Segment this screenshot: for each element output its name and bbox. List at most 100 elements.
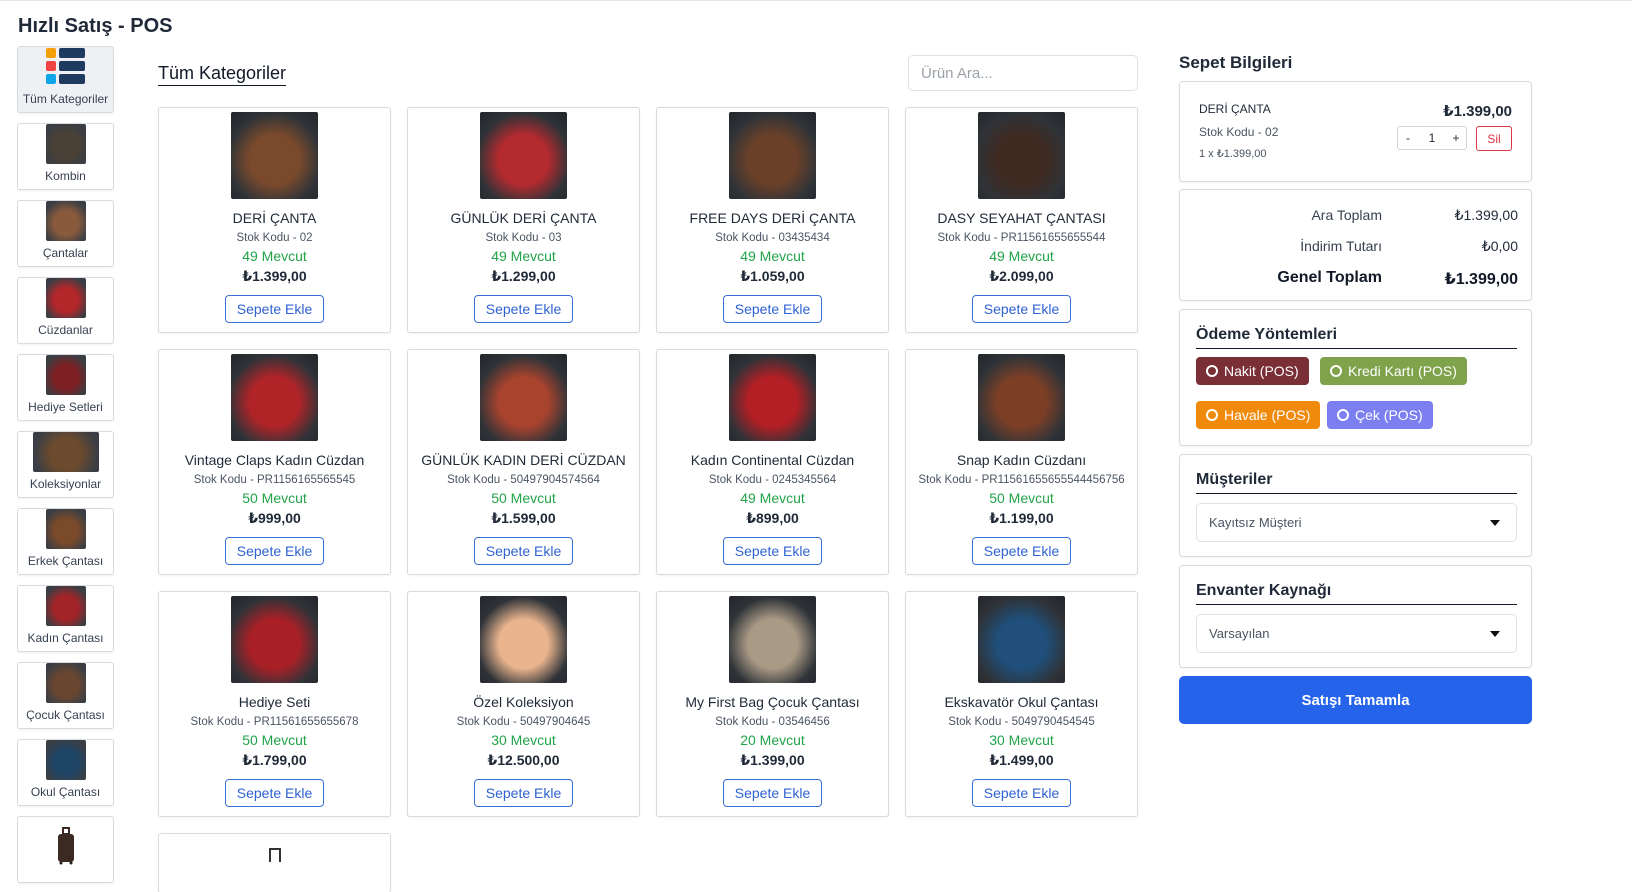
- complete-sale-button[interactable]: Satışı Tamamla: [1179, 676, 1532, 724]
- customer-select[interactable]: Kayıtsız Müşteri: [1196, 503, 1517, 542]
- product-name: Kadın Continental Cüzdan: [690, 452, 855, 468]
- product-price: ₺1.799,00: [242, 752, 307, 768]
- product-stock: 49 Mevcut: [989, 248, 1054, 264]
- product-card: Ekskavatör Okul Çantası Stok Kodu - 50497…: [905, 591, 1138, 817]
- product-name: Ekskavatör Okul Çantası: [944, 694, 1099, 710]
- product-price: ₺999,00: [248, 510, 301, 526]
- product-image: [729, 354, 816, 441]
- product-name: GÜNLÜK KADIN DERİ CÜZDAN: [421, 452, 626, 468]
- subtotal-row: Ara Toplam ₺1.399,00: [1180, 207, 1533, 227]
- product-card: DERİ ÇANTA Stok Kodu - 02 49 Mevcut ₺1.399,…: [158, 107, 391, 333]
- category-image: [32, 432, 99, 472]
- add-to-cart-button[interactable]: Sepete Ekle: [473, 295, 574, 323]
- inventory-title: Envanter Kaynağı: [1196, 582, 1517, 605]
- category-cocuk-cantasi[interactable]: Çocuk Çantası: [17, 662, 114, 729]
- category-label: Okul Çantası: [30, 785, 101, 799]
- category-kadin-cantasi[interactable]: Kadın Çantası: [17, 585, 114, 652]
- cart-title: Sepet Bilgileri: [1179, 53, 1293, 72]
- payment-methods: Ödeme Yöntemleri Nakit (POS) Kredi Kartı…: [1179, 309, 1532, 446]
- category-image: [45, 124, 86, 164]
- product-search-input[interactable]: [908, 55, 1138, 91]
- product-card: Vintage Claps Kadın Cüzdan Stok Kodu - PR…: [158, 349, 391, 575]
- add-to-cart-button[interactable]: Sepete Ekle: [722, 779, 823, 807]
- product-name: Hediye Seti: [238, 694, 311, 710]
- luggage-icon: [46, 825, 86, 865]
- category-luggage[interactable]: [17, 816, 114, 883]
- product-stock: 30 Mevcut: [491, 732, 556, 748]
- category-label: Cüzdanlar: [38, 323, 93, 337]
- product-name: FREE DAYS DERİ ÇANTA: [689, 210, 856, 226]
- payment-title: Ödeme Yöntemleri: [1196, 326, 1517, 349]
- payment-check-button[interactable]: Çek (POS): [1327, 401, 1433, 429]
- product-code: Stok Kodu - 03435434: [715, 232, 830, 244]
- product-stock: 50 Mevcut: [242, 490, 307, 506]
- radio-icon: [1337, 409, 1349, 421]
- category-label: Kombin: [45, 169, 86, 183]
- category-hediye-setleri[interactable]: Hediye Setleri: [17, 354, 114, 421]
- customers-title: Müşteriler: [1196, 471, 1517, 494]
- add-to-cart-button[interactable]: Sepete Ekle: [224, 537, 325, 565]
- product-price: ₺1.499,00: [989, 752, 1054, 768]
- product-price: ₺2.099,00: [989, 268, 1054, 284]
- category-cuzdanlar[interactable]: Cüzdanlar: [17, 277, 114, 344]
- product-name: My First Bag Çocuk Çantası: [685, 694, 860, 710]
- category-kombin[interactable]: Kombin: [17, 123, 114, 190]
- cart-totals: Ara Toplam ₺1.399,00 İndirim Tutarı ₺0,0…: [1179, 189, 1532, 301]
- add-to-cart-button[interactable]: Sepete Ekle: [971, 779, 1072, 807]
- inventory-select[interactable]: Varsayılan: [1196, 614, 1517, 653]
- customer-selected-value: Kayıtsız Müşteri: [1209, 515, 1302, 530]
- grand-total-value: ₺1.399,00: [1444, 271, 1518, 288]
- product-image: [231, 354, 318, 441]
- product-code: Stok Kodu - 50497904645: [456, 716, 591, 728]
- product-name: DASY SEYAHAT ÇANTASI: [937, 210, 1106, 226]
- product-name: Özel Koleksiyon: [473, 694, 574, 710]
- quantity-value[interactable]: 1: [1429, 131, 1436, 145]
- product-grid: DERİ ÇANTA Stok Kodu - 02 49 Mevcut ₺1.399,…: [158, 107, 1139, 892]
- product-stock: 50 Mevcut: [242, 732, 307, 748]
- caret-down-icon: [1490, 520, 1500, 526]
- product-name: Vintage Claps Kadın Cüzdan: [184, 452, 365, 468]
- quantity-increase-button[interactable]: +: [1446, 131, 1466, 145]
- payment-label: Havale (POS): [1224, 407, 1311, 423]
- payment-cash-button[interactable]: Nakit (POS): [1196, 357, 1309, 385]
- category-erkek-cantasi[interactable]: Erkek Çantası: [17, 508, 114, 575]
- add-to-cart-button[interactable]: Sepete Ekle: [971, 537, 1072, 565]
- delete-item-button[interactable]: Sil: [1476, 126, 1512, 151]
- product-image: [480, 596, 567, 683]
- category-koleksiyonlar[interactable]: Koleksiyonlar: [17, 431, 114, 498]
- quantity-decrease-button[interactable]: -: [1398, 131, 1418, 145]
- product-image: [231, 112, 318, 199]
- product-price: ₺12.500,00: [487, 752, 560, 768]
- add-to-cart-button[interactable]: Sepete Ekle: [224, 779, 325, 807]
- add-to-cart-button[interactable]: Sepete Ekle: [722, 537, 823, 565]
- category-cantalar[interactable]: Çantalar: [17, 200, 114, 267]
- add-to-cart-button[interactable]: Sepete Ekle: [971, 295, 1072, 323]
- product-image: [978, 354, 1065, 441]
- page-title: Hızlı Satış - POS: [18, 15, 173, 37]
- product-code: Stok Kodu - PR11561655655678: [190, 716, 359, 728]
- category-label: Erkek Çantası: [27, 554, 104, 568]
- payment-label: Çek (POS): [1355, 407, 1423, 423]
- product-image: [729, 112, 816, 199]
- add-to-cart-button[interactable]: Sepete Ekle: [224, 295, 325, 323]
- product-price: ₺1.199,00: [989, 510, 1054, 526]
- product-stock: 50 Mevcut: [491, 490, 556, 506]
- product-code: Stok Kodu - 50497904574564: [447, 474, 600, 486]
- payment-label: Kredi Kartı (POS): [1348, 363, 1457, 379]
- add-to-cart-button[interactable]: Sepete Ekle: [722, 295, 823, 323]
- payment-transfer-button[interactable]: Havale (POS): [1196, 401, 1321, 429]
- product-card: Kadın Continental Cüzdan Stok Kodu - 0245…: [656, 349, 889, 575]
- grand-total-label: Genel Toplam: [1277, 269, 1382, 286]
- product-image: [729, 596, 816, 683]
- product-name: Snap Kadın Cüzdanı: [956, 452, 1087, 468]
- cart-item-total: ₺1.399,00: [1443, 103, 1512, 120]
- add-to-cart-button[interactable]: Sepete Ekle: [473, 537, 574, 565]
- product-code: Stok Kodu - PR11561655655544: [937, 232, 1106, 244]
- inventory-panel: Envanter Kaynağı Varsayılan: [1179, 565, 1532, 668]
- add-to-cart-button[interactable]: Sepete Ekle: [473, 779, 574, 807]
- inventory-selected-value: Varsayılan: [1209, 626, 1270, 641]
- payment-credit-card-button[interactable]: Kredi Kartı (POS): [1320, 357, 1467, 385]
- category-okul-cantasi[interactable]: Okul Çantası: [17, 739, 114, 806]
- product-price: ₺1.399,00: [740, 752, 805, 768]
- category-all[interactable]: Tüm Kategoriler: [17, 46, 114, 113]
